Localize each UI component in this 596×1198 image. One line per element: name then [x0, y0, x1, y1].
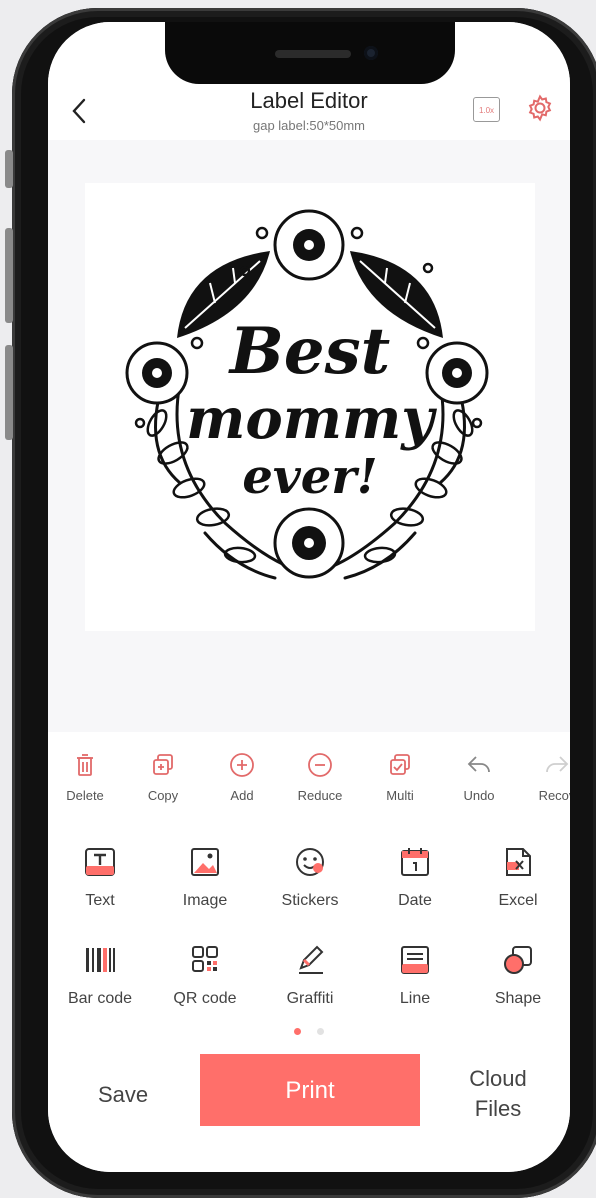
add-label: Add [230, 788, 254, 803]
undo-button[interactable]: Undo [444, 752, 514, 803]
artwork-word-3: ever! [242, 449, 377, 505]
recover-label: Recov [538, 788, 570, 803]
barcode-icon [86, 948, 115, 972]
minus-circle-icon [308, 753, 332, 777]
image-tool-label: Image [182, 892, 228, 909]
phone-volume-down [5, 345, 13, 440]
multi-select-icon [390, 754, 410, 775]
phone-side-button [5, 150, 13, 188]
qr-code-icon [192, 946, 218, 972]
artwork-word-2: mommy [186, 386, 437, 452]
text-tool[interactable]: Text [48, 846, 152, 910]
copy-label: Copy [147, 788, 179, 803]
graffiti-tool[interactable]: Graffiti [258, 944, 362, 1008]
copy-button[interactable]: Copy [128, 752, 198, 803]
trash-icon [77, 754, 93, 776]
pen-icon [299, 945, 324, 974]
cloud-files-label-line2: Files [474, 1096, 522, 1121]
image-icon [191, 848, 219, 876]
reduce-button[interactable]: Reduce [285, 752, 355, 803]
add-button[interactable]: Add [207, 752, 277, 803]
image-tool[interactable]: Image [153, 846, 257, 910]
flower-top [273, 209, 345, 281]
app-screen: Label Editor gap label:50*50mm 1.0x Best… [48, 22, 570, 1172]
shape-tool[interactable]: Shape [466, 944, 570, 1008]
save-button[interactable]: Save [98, 1082, 148, 1108]
text-icon [85, 848, 115, 876]
multi-button[interactable]: Multi [365, 752, 435, 803]
recover-button[interactable]: Recov [522, 752, 570, 803]
wreath-artwork[interactable]: Best mommy ever! [85, 183, 535, 631]
artwork-word-1: Best [228, 314, 390, 389]
camera-icon [364, 46, 378, 60]
undo-label: Undo [463, 788, 495, 803]
element-grid: Text Image Stickers Date Excel Bar code … [48, 842, 570, 1042]
text-tool-label: Text [85, 892, 115, 909]
shape-icon [504, 946, 532, 974]
barcode-tool-label: Bar code [67, 990, 133, 1007]
qrcode-tool-label: QR code [173, 990, 237, 1007]
excel-tool[interactable]: Excel [466, 846, 570, 910]
delete-button[interactable]: Delete [50, 752, 120, 803]
excel-icon [506, 848, 531, 876]
gear-icon[interactable] [526, 94, 554, 122]
reduce-label: Reduce [297, 788, 343, 803]
sticker-icon [296, 848, 324, 876]
editor-canvas-area: Best mommy ever! [48, 140, 570, 732]
cloud-files-button[interactable]: Cloud Files [453, 1064, 543, 1124]
phone-notch [165, 22, 455, 84]
phone-volume-up [5, 228, 13, 323]
line-tool[interactable]: Line [363, 944, 467, 1008]
shape-tool-label: Shape [494, 990, 542, 1007]
redo-icon [546, 756, 569, 773]
stickers-tool-label: Stickers [281, 892, 339, 909]
multi-label: Multi [386, 788, 414, 803]
date-tool-label: Date [398, 892, 432, 909]
qrcode-tool[interactable]: QR code [153, 944, 257, 1008]
page-dot-active[interactable] [293, 1028, 301, 1035]
edit-toolbar: Delete Copy Add Reduce Multi Undo Reco [48, 732, 570, 842]
graffiti-tool-label: Graffiti [286, 990, 334, 1007]
copy-icon [153, 754, 173, 775]
plus-circle-icon [230, 753, 254, 777]
page-dot[interactable] [317, 1028, 325, 1035]
label-canvas[interactable]: Best mommy ever! [85, 183, 535, 631]
barcode-tool[interactable]: Bar code [48, 944, 152, 1008]
zoom-badge: 1.0x [478, 106, 495, 115]
print-button[interactable]: Print [200, 1054, 420, 1126]
calendar-icon [401, 848, 429, 876]
line-tool-label: Line [399, 990, 431, 1007]
stickers-tool[interactable]: Stickers [258, 846, 362, 910]
delete-label: Delete [66, 788, 104, 803]
speaker-grille [275, 50, 351, 58]
bottom-action-bar: Save Print Cloud Files [48, 1042, 570, 1172]
cloud-files-label-line1: Cloud [469, 1066, 527, 1091]
undo-icon [467, 756, 490, 773]
line-icon [401, 946, 429, 974]
zoom-button[interactable]: 1.0x [473, 97, 500, 122]
date-tool[interactable]: Date [363, 846, 467, 910]
excel-tool-label: Excel [498, 892, 538, 909]
page-indicator [48, 1022, 570, 1040]
